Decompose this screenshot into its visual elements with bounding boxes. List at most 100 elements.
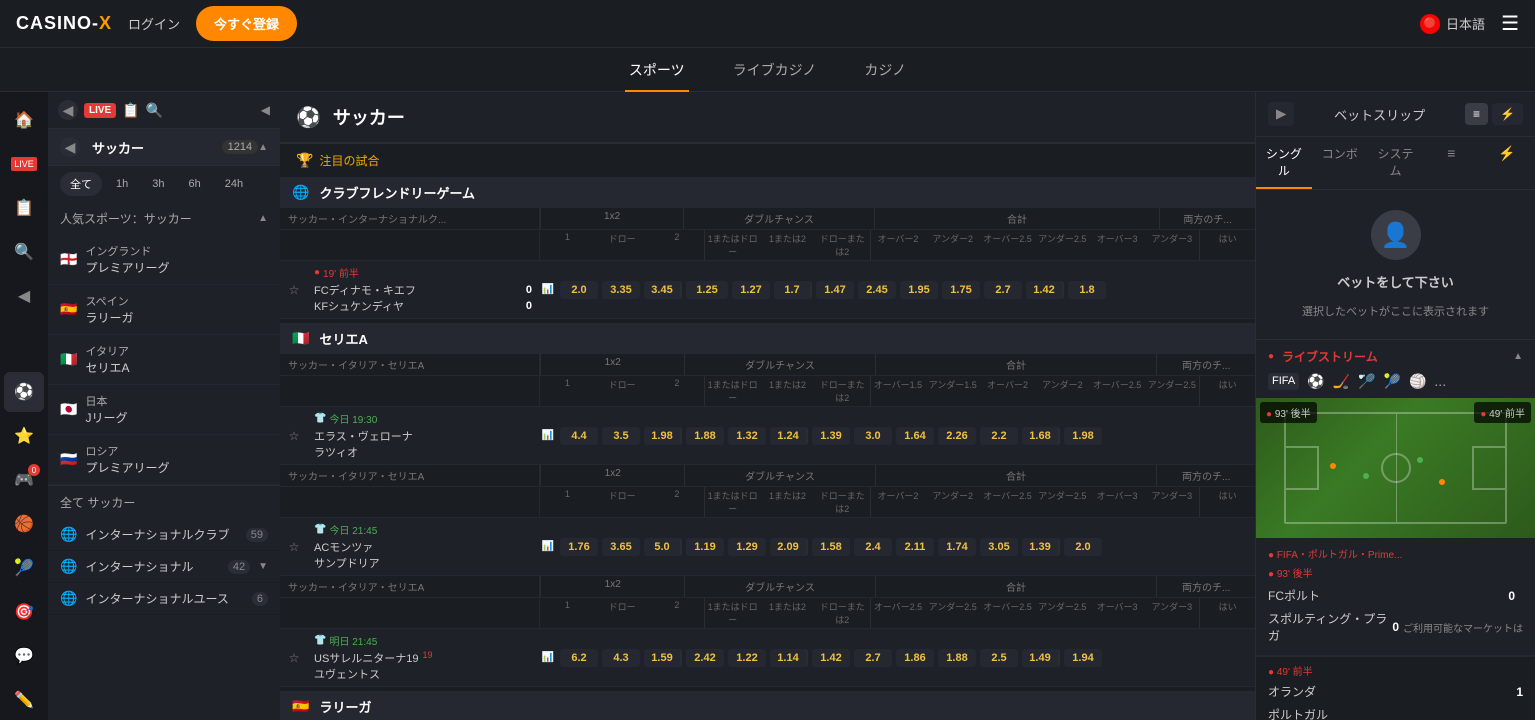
tab-extra1[interactable]: ≡ <box>1423 137 1479 189</box>
odds-m-over25[interactable]: 2.11 <box>896 538 934 556</box>
odds-v-yes[interactable]: 1.98 <box>1064 427 1102 445</box>
odds-v-under15[interactable]: 3.0 <box>854 427 892 445</box>
language-selector[interactable]: 🔴 日本語 <box>1420 14 1485 34</box>
chart-btn-sal[interactable]: 📊 <box>538 652 558 663</box>
time-all[interactable]: 全て <box>60 172 102 196</box>
odds-1-1draw[interactable]: 1.25 <box>686 281 728 299</box>
chart-btn-verona[interactable]: 📊 <box>538 428 558 443</box>
bet-slip-list-icon[interactable]: ≡ <box>1465 103 1488 125</box>
hamburger-menu[interactable]: ☰ <box>1501 11 1519 36</box>
odds-1-2[interactable]: 3.45 <box>644 281 682 299</box>
odds-m-draw[interactable]: 3.65 <box>602 538 640 556</box>
odds-m-1[interactable]: 1.76 <box>560 538 598 556</box>
sidebar-collapse-icon[interactable]: ◀ <box>4 276 44 316</box>
odds-v-drawor2[interactable]: 1.24 <box>770 427 808 445</box>
sidebar-home-icon[interactable]: 🏠 <box>4 100 44 140</box>
odds-m-under25[interactable]: 1.74 <box>938 538 976 556</box>
soccer-section-header[interactable]: ◀ サッカー 1214 ▲ <box>48 129 280 166</box>
odds-m-under2[interactable]: 2.4 <box>854 538 892 556</box>
odds-1-1or2[interactable]: 1.27 <box>732 281 770 299</box>
chart-btn-1[interactable]: 📊 <box>538 282 558 297</box>
sidebar-star-icon[interactable]: ⭐ <box>4 416 44 456</box>
odds-1-over3[interactable]: 2.7 <box>984 281 1022 299</box>
soccer-back-btn[interactable]: ◀ <box>60 137 80 157</box>
tab-extra2[interactable]: ⚡ <box>1479 137 1535 189</box>
league-international-club[interactable]: 🌐 インターナショナルクラブ 59 <box>48 519 280 551</box>
sidebar-search-icon[interactable]: 🔍 <box>4 232 44 272</box>
star-btn-sal[interactable]: ☆ <box>280 647 308 669</box>
odds-v-over2[interactable]: 1.64 <box>896 427 934 445</box>
sidebar-soccer-icon[interactable]: ⚽ <box>4 372 44 412</box>
nav-live-casino[interactable]: ライブカジノ <box>729 48 821 92</box>
time-24h[interactable]: 24h <box>215 172 253 196</box>
odds-s-draw[interactable]: 4.3 <box>602 649 640 667</box>
odds-s-under25b[interactable]: 1.88 <box>938 649 976 667</box>
fifa-stream-icon[interactable]: FIFA <box>1268 373 1299 390</box>
odds-s-over25b[interactable]: 1.86 <box>896 649 934 667</box>
sidebar-dart-icon[interactable]: 🎯 <box>4 592 44 632</box>
tab-system[interactable]: システム <box>1368 137 1424 189</box>
sport-spain-laliga[interactable]: 🇪🇸 スペイン ラリーガ <box>48 285 280 335</box>
odds-m-drawor2[interactable]: 2.09 <box>770 538 808 556</box>
time-1h[interactable]: 1h <box>106 172 138 196</box>
sidebar-basketball-icon[interactable]: 🏀 <box>4 504 44 544</box>
star-btn-1[interactable]: ☆ <box>280 279 308 301</box>
sidebar-back-button[interactable]: ◀ <box>58 100 78 120</box>
odds-s-yes[interactable]: 1.94 <box>1064 649 1102 667</box>
odds-v-under25[interactable]: 1.68 <box>1022 427 1060 445</box>
odds-s-drawor2[interactable]: 1.14 <box>770 649 808 667</box>
sidebar-close-icon[interactable]: ◀ <box>261 103 270 117</box>
odds-s-2[interactable]: 1.59 <box>644 649 682 667</box>
sidebar-docs-icon[interactable]: 📋 <box>122 102 139 119</box>
hockey-stream-icon[interactable]: 🏒 <box>1333 373 1350 390</box>
odds-s-1or2[interactable]: 1.22 <box>728 649 766 667</box>
odds-m-over2[interactable]: 1.58 <box>812 538 850 556</box>
bet-slip-flash-icon[interactable]: ⚡ <box>1492 103 1523 125</box>
badminton-stream-icon[interactable]: 🏸 <box>1358 373 1375 390</box>
odds-s-under25a[interactable]: 2.7 <box>854 649 892 667</box>
league-international-youth[interactable]: 🌐 インターナショナルユース 6 <box>48 583 280 615</box>
odds-1-draw[interactable]: 3.35 <box>602 281 640 299</box>
odds-m-1or2[interactable]: 1.29 <box>728 538 766 556</box>
odds-m-under3[interactable]: 1.39 <box>1022 538 1060 556</box>
sidebar-edit-icon[interactable]: ✏️ <box>4 680 44 720</box>
odds-v-over15[interactable]: 1.39 <box>812 427 850 445</box>
odds-s-over3[interactable]: 2.5 <box>980 649 1018 667</box>
tab-combo[interactable]: コンボ <box>1312 137 1368 189</box>
sidebar-live-icon[interactable]: LIVE <box>4 144 44 184</box>
sidebar-tennis-icon[interactable]: 🎾 <box>4 548 44 588</box>
odds-s-over25a[interactable]: 1.42 <box>812 649 850 667</box>
league-expand-icon[interactable]: ▼ <box>258 561 268 572</box>
more-stream-icon[interactable]: ... <box>1434 373 1446 390</box>
sidebar-game-icon[interactable]: 🎮 0 <box>4 460 44 500</box>
star-btn-monza[interactable]: ☆ <box>280 536 308 558</box>
tab-single[interactable]: シングル <box>1256 137 1312 189</box>
sidebar-search-btn[interactable]: 🔍 <box>146 102 163 119</box>
time-3h[interactable]: 3h <box>142 172 174 196</box>
odds-v-1[interactable]: 4.4 <box>560 427 598 445</box>
odds-1-yes[interactable]: 1.8 <box>1068 281 1106 299</box>
odds-m-1draw[interactable]: 1.19 <box>686 538 724 556</box>
odds-1-drawor2[interactable]: 1.7 <box>774 281 812 299</box>
odds-1-under2[interactable]: 2.45 <box>858 281 896 299</box>
live-badge[interactable]: LIVE <box>84 103 116 118</box>
odds-m-yes[interactable]: 2.0 <box>1064 538 1102 556</box>
odds-v-under2[interactable]: 2.26 <box>938 427 976 445</box>
odds-s-1draw[interactable]: 2.42 <box>686 649 724 667</box>
odds-v-draw[interactable]: 3.5 <box>602 427 640 445</box>
bet-slip-arrow-btn[interactable]: ▶ <box>1268 102 1294 126</box>
odds-v-1draw[interactable]: 1.88 <box>686 427 724 445</box>
star-btn-verona[interactable]: ☆ <box>280 425 308 447</box>
volleyball-stream-icon[interactable]: 🏐 <box>1409 373 1426 390</box>
chart-btn-monza[interactable]: 📊 <box>538 541 558 552</box>
odds-s-under3[interactable]: 1.49 <box>1022 649 1060 667</box>
odds-1-under25[interactable]: 1.75 <box>942 281 980 299</box>
sport-italy-serie[interactable]: 🇮🇹 イタリア セリエA <box>48 335 280 385</box>
odds-m-2[interactable]: 5.0 <box>644 538 682 556</box>
sidebar-coupon-icon[interactable]: 📋 <box>4 188 44 228</box>
nav-casino[interactable]: カジノ <box>860 48 910 92</box>
soccer-stream-icon[interactable]: ⚽ <box>1307 373 1324 390</box>
login-link[interactable]: ログイン <box>128 14 180 33</box>
odds-1-1[interactable]: 2.0 <box>560 281 598 299</box>
tennis-stream-icon[interactable]: 🎾 <box>1384 373 1401 390</box>
